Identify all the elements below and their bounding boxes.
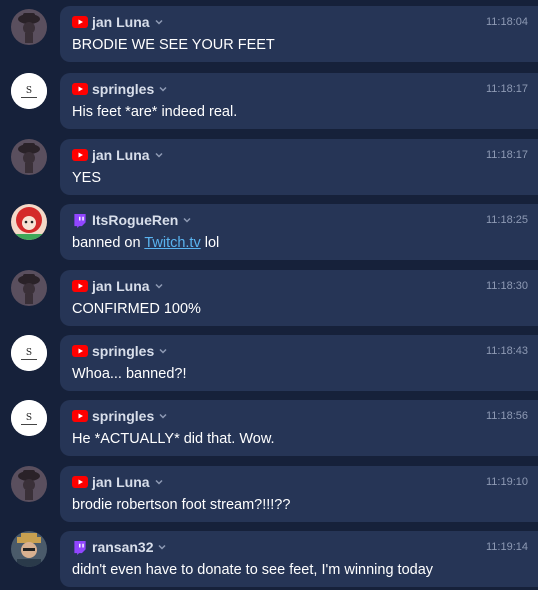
chat-message: S springles 11:18:43 Whoa... banned?! — [0, 335, 538, 391]
youtube-icon — [72, 83, 88, 95]
username[interactable]: springles — [92, 81, 154, 97]
chat-message: jan Luna 11:18:04 BRODIE WE SEE YOUR FEE… — [0, 6, 538, 62]
timestamp: 11:19:14 — [485, 541, 528, 553]
chat-message: jan Luna 11:19:10 brodie robertson foot … — [0, 466, 538, 522]
hooded-figure-avatar[interactable] — [11, 9, 47, 45]
message-text: His feet *are* indeed real. — [72, 104, 238, 120]
username[interactable]: jan Luna — [92, 147, 150, 163]
chat-message: jan Luna 11:18:30 CONFIRMED 100% — [0, 270, 538, 326]
message-bubble: jan Luna 11:18:30 CONFIRMED 100% — [60, 270, 538, 326]
chevron-down-icon[interactable] — [157, 542, 167, 552]
youtube-icon — [72, 410, 88, 422]
chevron-down-icon[interactable] — [158, 411, 168, 421]
youtube-icon — [72, 16, 88, 28]
message-bubble: springles 11:18:56 He *ACTUALLY* did tha… — [60, 400, 538, 456]
message-text: Whoa... banned?! — [72, 366, 187, 382]
twitch-icon — [74, 213, 86, 228]
message-header: springles — [72, 80, 168, 98]
svg-text:S: S — [26, 86, 32, 96]
message-header: jan Luna — [72, 473, 164, 491]
youtube-icon — [72, 280, 88, 292]
message-bubble: jan Luna 11:19:10 brodie robertson foot … — [60, 466, 538, 522]
timestamp: 11:18:25 — [485, 214, 528, 226]
username[interactable]: jan Luna — [92, 14, 150, 30]
chat-message: S springles 11:18:56 He *ACTUALLY* did t… — [0, 400, 538, 456]
message-text-after: lol — [200, 235, 220, 251]
chat-message: ransan32 11:19:14 didn't even have to do… — [0, 531, 538, 587]
hooded-figure-avatar[interactable] — [11, 270, 47, 306]
message-text: didn't even have to donate to see feet, … — [72, 562, 434, 578]
message-text: BRODIE WE SEE YOUR FEET — [72, 37, 275, 53]
youtube-icon — [72, 149, 88, 161]
message-bubble: springles 11:18:17 His feet *are* indeed… — [60, 73, 538, 129]
chevron-down-icon[interactable] — [154, 281, 164, 291]
message-text: He *ACTUALLY* did that. Wow. — [72, 431, 275, 447]
username[interactable]: ransan32 — [92, 539, 153, 555]
message-text: banned on Twitch.tv lol — [72, 235, 219, 251]
twitch-icon — [74, 540, 86, 555]
s-logo-avatar[interactable]: S — [11, 400, 47, 436]
chevron-down-icon[interactable] — [158, 346, 168, 356]
chevron-down-icon[interactable] — [154, 17, 164, 27]
svg-text:S: S — [26, 348, 32, 358]
timestamp: 11:18:30 — [485, 280, 528, 292]
username[interactable]: jan Luna — [92, 278, 150, 294]
s-logo-avatar[interactable]: S — [11, 335, 47, 371]
chat-message: ItsRogueRen 11:18:25 banned on Twitch.tv… — [0, 204, 538, 260]
s-logo-avatar[interactable]: S — [11, 73, 47, 109]
timestamp: 11:18:17 — [485, 83, 528, 95]
chevron-down-icon[interactable] — [154, 150, 164, 160]
hooded-figure-avatar[interactable] — [11, 139, 47, 175]
hooded-figure-avatar[interactable] — [11, 466, 47, 502]
timestamp: 11:18:17 — [485, 149, 528, 161]
message-text: YES — [72, 170, 102, 186]
message-header: jan Luna — [72, 277, 164, 295]
username[interactable]: jan Luna — [92, 474, 150, 490]
username[interactable]: springles — [92, 343, 154, 359]
message-bubble: jan Luna 11:18:17 YES — [60, 139, 538, 195]
message-bubble: jan Luna 11:18:04 BRODIE WE SEE YOUR FEE… — [60, 6, 538, 62]
message-link[interactable]: Twitch.tv — [144, 235, 200, 251]
youtube-icon — [72, 345, 88, 357]
chat-message: jan Luna 11:18:17 YES — [0, 139, 538, 195]
chat-message: S springles 11:18:17 His feet *are* inde… — [0, 73, 538, 129]
timestamp: 11:18:56 — [485, 410, 528, 422]
message-text: CONFIRMED 100% — [72, 301, 201, 317]
message-header: ransan32 — [72, 538, 167, 556]
timestamp: 11:19:10 — [485, 476, 528, 488]
message-bubble: ItsRogueRen 11:18:25 banned on Twitch.tv… — [60, 204, 538, 260]
message-header: jan Luna — [72, 146, 164, 164]
svg-text:S: S — [26, 413, 32, 423]
chevron-down-icon[interactable] — [182, 215, 192, 225]
timestamp: 11:18:04 — [485, 16, 528, 28]
username[interactable]: springles — [92, 408, 154, 424]
message-header: springles — [72, 342, 168, 360]
red-hair-avatar[interactable] — [11, 204, 47, 240]
hat-man-avatar[interactable] — [11, 531, 47, 567]
message-header: springles — [72, 407, 168, 425]
message-header: jan Luna — [72, 13, 164, 31]
message-header: ItsRogueRen — [72, 211, 192, 229]
message-text-before: banned on — [72, 235, 145, 251]
chevron-down-icon[interactable] — [154, 477, 164, 487]
message-bubble: springles 11:18:43 Whoa... banned?! — [60, 335, 538, 391]
message-bubble: ransan32 11:19:14 didn't even have to do… — [60, 531, 538, 587]
message-text: brodie robertson foot stream?!!!?? — [72, 497, 291, 513]
chevron-down-icon[interactable] — [158, 84, 168, 94]
timestamp: 11:18:43 — [485, 345, 528, 357]
username[interactable]: ItsRogueRen — [92, 212, 178, 228]
youtube-icon — [72, 476, 88, 488]
chat-feed: jan Luna 11:18:04 BRODIE WE SEE YOUR FEE… — [0, 0, 538, 590]
